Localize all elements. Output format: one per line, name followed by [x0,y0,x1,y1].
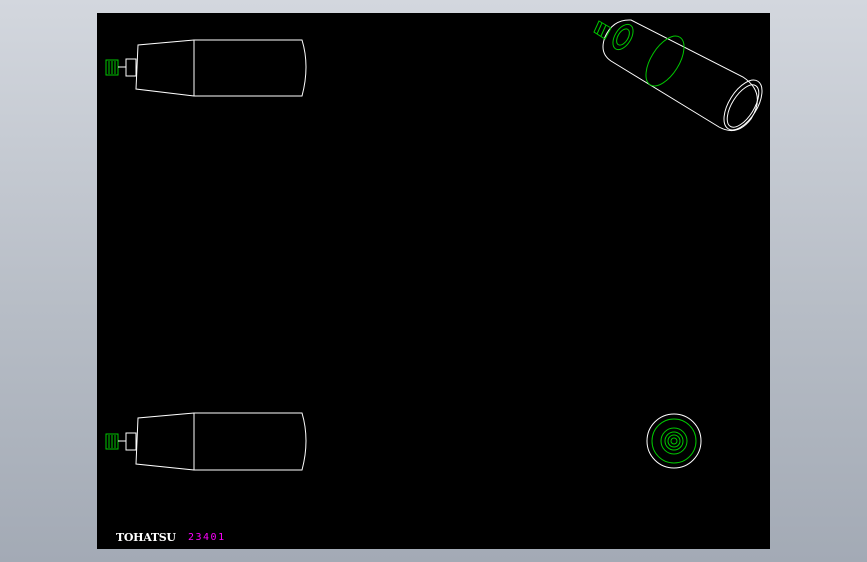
handle-taper-outline [135,412,195,471]
thread-line [600,24,607,37]
handle-body-outline [193,412,307,471]
taper-inner-ellipse [616,28,630,46]
outer-circle [646,413,702,469]
cad-drawing [105,19,770,471]
center-circle [670,437,678,445]
thread-inner-circle [667,434,681,448]
handle-taper-outline [135,39,195,97]
side-view-top[interactable] [105,39,307,97]
isometric-view[interactable] [593,19,770,136]
handle-silhouette [602,19,758,132]
drawing-number: 23401 [188,532,226,543]
drawing-viewport[interactable]: TOHATSU 23401 [97,13,770,549]
brand-label: TOHATSU [116,531,176,544]
shaft-outline [125,432,137,451]
handle-body-outline [193,39,307,97]
shaft-outline [125,58,137,77]
end-view[interactable] [646,413,702,469]
side-view-bottom[interactable] [105,412,307,471]
taper-circle [651,418,697,464]
